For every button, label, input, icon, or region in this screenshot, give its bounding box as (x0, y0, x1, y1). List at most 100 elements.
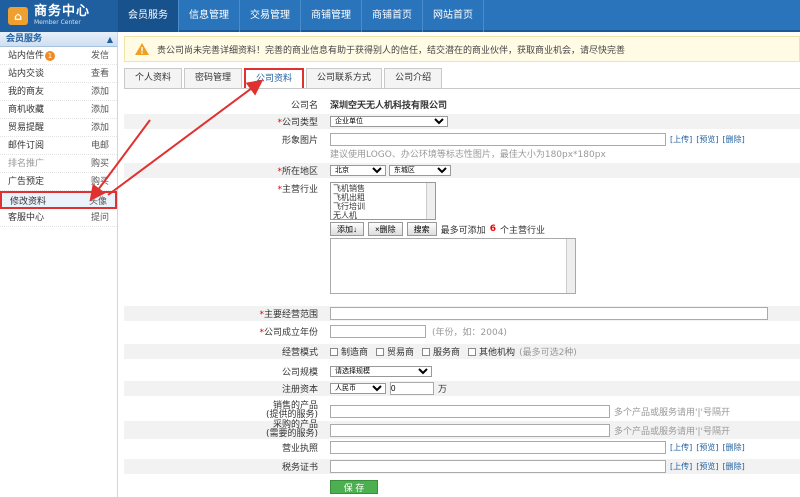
checkbox-service[interactable] (422, 347, 431, 356)
row-sell-products: 销售的产品 (提供的服务) 多个产品或服务请用'|'号隔开 (124, 402, 800, 420)
add-industry-button[interactable]: 添加↓ (330, 222, 364, 236)
scrollbar[interactable] (426, 183, 435, 219)
company-type-select[interactable]: 企业单位 (330, 116, 448, 127)
capital-input[interactable] (390, 382, 434, 395)
label-scale: 公司规模 (281, 367, 318, 378)
label-sell-services: (提供的服务) (265, 410, 318, 420)
tab-password[interactable]: 密码管理 (184, 68, 243, 88)
license-input[interactable] (330, 441, 666, 454)
sidebar-item-label: 邮件订阅 (8, 141, 45, 151)
cert-preview-link[interactable]: [预览] (696, 461, 718, 472)
sidebar-item-ranking[interactable]: 排名推广 购买 (0, 155, 117, 173)
upload-link[interactable]: [上传] (670, 134, 692, 145)
mode-trader: 贸易商 (387, 348, 415, 358)
license-upload-link[interactable]: [上传] (670, 442, 692, 453)
list-item[interactable]: 飞机销售 (333, 184, 433, 193)
sidebar: 会员服务 ▲ 站内信件 1 发信 站内交谈 查看 我的商友 添加 商机收藏 添加 … (0, 32, 118, 497)
sidebar-item-friends[interactable]: 我的商友 添加 (0, 83, 117, 101)
tax-cert-input[interactable] (330, 460, 666, 473)
industry-listbox[interactable]: 飞机销售 飞机出租 飞行培训 无人机 (330, 182, 436, 220)
sidebar-item-action[interactable]: 提问 (91, 209, 109, 226)
license-preview-link[interactable]: [预览] (696, 442, 718, 453)
cert-delete-link[interactable]: [删除] (723, 461, 745, 472)
tab-company-info[interactable]: 公司资料 (244, 68, 305, 88)
mode-other: 其他机构 (479, 348, 516, 358)
tab-company-intro[interactable]: 公司介绍 (384, 68, 443, 88)
sidebar-item-action[interactable]: 购买 (91, 173, 109, 190)
sidebar-item-action[interactable]: 电邮 (91, 137, 109, 154)
list-item[interactable]: 飞行培训 (333, 202, 433, 211)
nav-site-home[interactable]: 网站首页 (423, 0, 484, 32)
sidebar-item-action[interactable]: 添加 (91, 119, 109, 136)
collapse-icon[interactable]: ▲ (107, 32, 113, 47)
delete-link[interactable]: [删除] (723, 134, 745, 145)
sidebar-item-action[interactable]: 购买 (91, 155, 109, 172)
nav-info-manage[interactable]: 信息管理 (179, 0, 240, 32)
checkbox-manufacturer[interactable] (330, 347, 338, 356)
sidebar-item-favorites[interactable]: 商机收藏 添加 (0, 101, 117, 119)
industry-hint-pre: 最多可添加 (440, 225, 486, 236)
list-item[interactable]: 飞机出租 (333, 193, 433, 202)
nav-shop-home[interactable]: 商铺首页 (362, 0, 423, 32)
sidebar-item-action[interactable]: 发信 (91, 47, 109, 64)
buy-hint: 多个产品或服务请用'|'号隔开 (614, 426, 730, 437)
company-scale-select[interactable]: 请选择规模 (330, 365, 432, 377)
unread-badge: 1 (45, 50, 56, 61)
currency-select[interactable]: 人民币 (330, 383, 386, 394)
sidebar-item-label: 商机收藏 (8, 105, 45, 115)
home-icon: ⌂ (8, 7, 28, 25)
checkbox-trader[interactable] (376, 347, 385, 356)
buy-products-input[interactable] (330, 423, 610, 437)
nav-member-service[interactable]: 会员服务 (118, 0, 179, 32)
list-item[interactable]: 无人机 (333, 211, 433, 219)
sidebar-item-action[interactable]: 查看 (91, 65, 109, 82)
warning-icon (135, 43, 149, 55)
sell-products-input[interactable] (330, 404, 610, 418)
top-bar: ⌂ 商务中心 Member Center 会员服务 信息管理 交易管理 商铺管理… (0, 0, 800, 32)
sidebar-item-edit-profile[interactable]: 修改资料 头像 (0, 191, 117, 209)
tab-divider (124, 88, 800, 89)
sidebar-item-trade-alert[interactable]: 贸易提醒 添加 (0, 119, 117, 137)
label-business-mode: 经营模式 (281, 348, 318, 358)
main-nav: 会员服务 信息管理 交易管理 商铺管理 商铺首页 网站首页 (118, 0, 484, 32)
district-select[interactable]: 东城区 (388, 165, 451, 176)
search-industry-button[interactable]: 搜索 (406, 222, 437, 236)
row-company-name: 公司名 深圳空天无人机科技有限公司 (124, 97, 800, 111)
license-delete-link[interactable]: [删除] (723, 442, 745, 453)
nav-shop-manage[interactable]: 商铺管理 (301, 0, 362, 32)
scrollbar[interactable] (566, 239, 575, 293)
save-button[interactable]: 保 存 (330, 480, 378, 494)
image-hint: 建议使用LOGO、办公环境等标志性图片，最佳大小为180px*180px (330, 150, 606, 160)
cert-upload-link[interactable]: [上传] (670, 461, 692, 472)
business-scope-input[interactable] (330, 307, 768, 320)
sidebar-item-action[interactable]: 添加 (91, 101, 109, 118)
label-company-name: 公司名 (290, 100, 318, 111)
selected-industry-box[interactable] (330, 238, 576, 294)
province-select[interactable]: 北京 (330, 165, 386, 176)
label-buy-services: (需要的服务) (265, 429, 318, 439)
nav-trade-manage[interactable]: 交易管理 (240, 0, 301, 32)
tab-company-contact[interactable]: 公司联系方式 (306, 68, 383, 88)
tab-personal-info[interactable]: 个人资料 (124, 68, 183, 88)
label-capital: 注册资本 (281, 385, 318, 395)
sidebar-header[interactable]: 会员服务 ▲ (0, 32, 117, 47)
sidebar-item-chat[interactable]: 站内交谈 查看 (0, 65, 117, 83)
row-buy-products: 采购的产品 (需要的服务) 多个产品或服务请用'|'号隔开 (124, 421, 800, 439)
industry-max-count: 6 (489, 224, 496, 234)
sidebar-item-support[interactable]: 客服中心 提问 (0, 209, 117, 227)
row-scale: 公司规模 请选择规模 (124, 364, 800, 378)
founded-year-input[interactable] (330, 325, 426, 338)
remove-industry-button[interactable]: ×删除 (368, 222, 403, 236)
checkbox-other[interactable] (468, 347, 477, 356)
sidebar-item-ads[interactable]: 广告预定 购买 (0, 173, 117, 191)
sidebar-title: 会员服务 (6, 34, 43, 44)
sidebar-item-mail-subscribe[interactable]: 邮件订阅 电邮 (0, 137, 117, 155)
sidebar-item-messages[interactable]: 站内信件 1 发信 (0, 47, 117, 65)
image-url-input[interactable] (330, 133, 666, 146)
label-industry: 主营行业 (281, 185, 318, 195)
logo[interactable]: ⌂ 商务中心 Member Center (0, 0, 118, 32)
mode-manufacturer: 制造商 (341, 348, 369, 358)
sidebar-item-action[interactable]: 头像 (89, 193, 107, 207)
sidebar-item-action[interactable]: 添加 (91, 83, 109, 100)
preview-link[interactable]: [预览] (696, 134, 718, 145)
